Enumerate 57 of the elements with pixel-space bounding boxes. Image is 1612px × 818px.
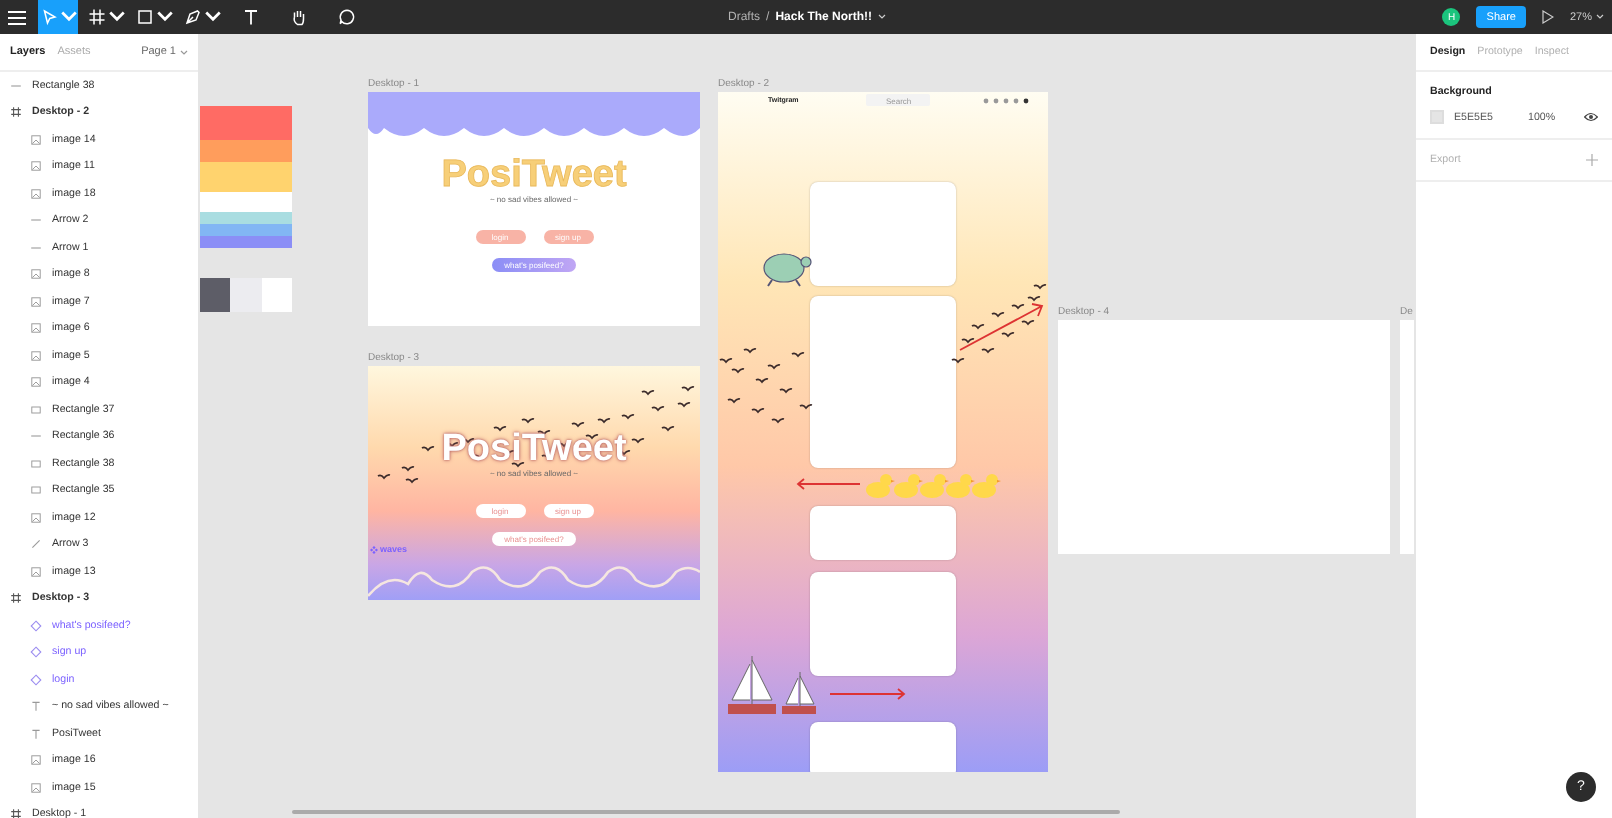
image-icon xyxy=(30,322,42,335)
image-icon xyxy=(30,268,42,281)
image-icon xyxy=(30,781,42,794)
hand-icon xyxy=(289,8,307,26)
image-icon xyxy=(30,187,42,200)
grid-icon xyxy=(87,8,105,26)
text-icon xyxy=(30,727,42,740)
menu-icon[interactable] xyxy=(8,9,26,25)
caret-icon xyxy=(155,8,173,26)
eye-icon[interactable] xyxy=(1584,112,1598,122)
grid-icon xyxy=(10,106,22,119)
caret-icon xyxy=(180,49,188,55)
image-icon xyxy=(30,511,42,524)
speech-bubble-icon xyxy=(337,8,355,26)
image-icon xyxy=(30,349,42,362)
text-icon xyxy=(241,8,259,26)
pen-icon xyxy=(183,8,201,26)
grid-icon xyxy=(10,808,22,818)
diamond-icon xyxy=(30,619,42,632)
app-title: PosiTweet xyxy=(439,428,629,470)
image-icon xyxy=(30,754,42,767)
component-icon xyxy=(370,545,378,553)
rectangle-icon xyxy=(30,403,42,416)
line-icon xyxy=(30,430,42,443)
line-icon xyxy=(30,214,42,227)
line-icon xyxy=(10,79,22,92)
arrow-drawing xyxy=(794,478,862,490)
diamond-icon xyxy=(30,673,42,686)
pointer-icon xyxy=(39,8,57,26)
caret-icon xyxy=(1596,14,1604,20)
rectangle-icon xyxy=(30,457,42,470)
caret-icon xyxy=(59,8,77,26)
image-icon xyxy=(30,295,42,308)
caret-icon xyxy=(203,8,221,26)
diagonal-line-icon xyxy=(30,538,42,551)
caret-icon xyxy=(878,14,887,20)
rectangle-icon xyxy=(30,484,42,497)
app-title: PosiTweet xyxy=(439,154,629,196)
text-icon xyxy=(30,700,42,713)
square-icon xyxy=(135,8,153,26)
diamond-icon xyxy=(30,646,42,659)
arrow-drawing xyxy=(956,298,1048,354)
sailboats-drawing xyxy=(724,652,816,720)
image-icon xyxy=(30,160,42,173)
caret-icon xyxy=(107,8,125,26)
arrow-drawing xyxy=(828,688,908,700)
scrollbar[interactable] xyxy=(292,810,1120,814)
color-swatch[interactable] xyxy=(1430,110,1444,124)
grid-icon xyxy=(10,592,22,605)
image-icon xyxy=(30,133,42,146)
birds-drawing xyxy=(718,344,814,428)
line-icon xyxy=(30,241,42,254)
image-icon xyxy=(30,376,42,389)
image-icon xyxy=(30,565,42,578)
birds-drawing xyxy=(950,282,1048,368)
ducks-drawing xyxy=(866,472,1002,500)
play-icon[interactable] xyxy=(1541,10,1554,24)
